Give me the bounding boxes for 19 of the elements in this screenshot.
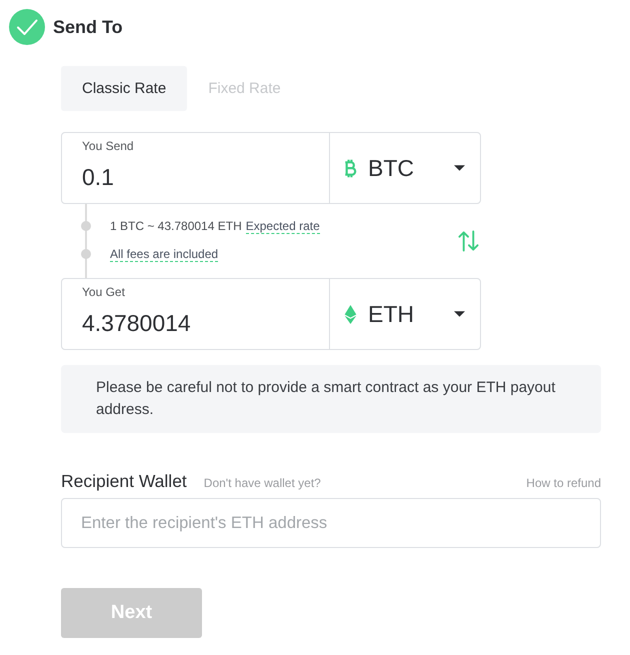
- ether-icon: [344, 304, 357, 324]
- amount-label: You Send: [82, 139, 134, 153]
- swap-icon[interactable]: [458, 230, 479, 252]
- bitcoin-icon: [344, 158, 357, 178]
- caret-icon: [454, 165, 465, 171]
- amount-label: You Get: [82, 285, 125, 299]
- fees-link[interactable]: All fees are included: [110, 246, 218, 262]
- rate-tab[interactable]: Classic Rate: [61, 66, 188, 111]
- rate-text: 1 BTC ~ 43.780014 ETH: [110, 219, 242, 233]
- field-label: Recipient Wallet: [61, 470, 187, 492]
- currency-select[interactable]: BTC: [329, 133, 480, 203]
- currency-select[interactable]: ETH: [329, 279, 480, 349]
- amount-value[interactable]: 0.1: [82, 162, 114, 192]
- section-title: Send To: [53, 16, 123, 38]
- caret-icon: [454, 311, 465, 317]
- amount-value[interactable]: 4.3780014: [82, 308, 191, 338]
- expected-rate-link[interactable]: Expected rate: [246, 218, 320, 234]
- address-input[interactable]: Enter the recipient's ETH address: [61, 498, 601, 548]
- notice-message: Please be careful not to provide a smart contract as your ETH payout address.: [61, 365, 601, 433]
